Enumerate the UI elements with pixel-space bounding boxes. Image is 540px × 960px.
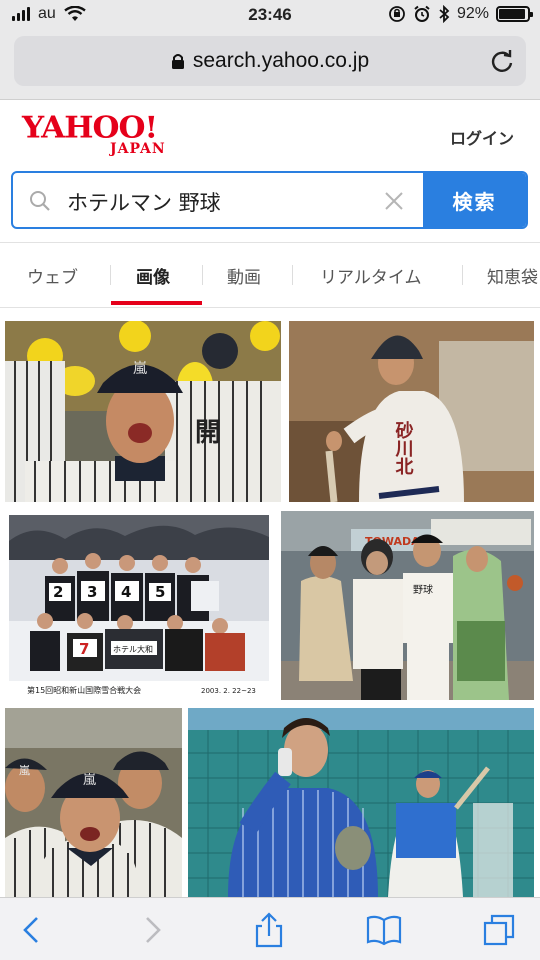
url-bar[interactable]: search.yahoo.co.jp <box>14 36 526 86</box>
bookmarks-icon[interactable] <box>366 912 402 948</box>
svg-text:嵐: 嵐 <box>19 764 30 777</box>
forward-icon[interactable] <box>134 912 170 948</box>
team-banner: ホテル大和 <box>113 644 153 654</box>
logo-main: YAHOO! <box>22 110 158 146</box>
shirt-text: 野球 <box>413 583 433 596</box>
browser-toolbar <box>0 897 540 960</box>
bib-7: 7 <box>79 640 89 658</box>
tab-video[interactable]: 動画 <box>227 243 261 307</box>
image-results: 開 嵐 砂川北 3 4 5 2 7 ホテル大和 第15回昭和新山国際雪合戦大会 … <box>0 308 540 897</box>
battery-icon <box>496 6 533 22</box>
photo-caption: 第15回昭和新山国際雪合戦大会 <box>27 685 141 695</box>
battery-percent: 92% <box>456 5 489 22</box>
image-result-team-snow-photo[interactable]: 3 4 5 2 7 ホテル大和 第15回昭和新山国際雪合戦大会 2003. 2.… <box>5 511 273 700</box>
cap-emblem: 嵐 <box>83 773 96 788</box>
bluetooth-icon <box>439 5 450 23</box>
search-tabs: ウェブ 画像 動画 リアルタイム 知恵袋 <box>0 242 540 308</box>
tab-realtime[interactable]: リアルタイム <box>320 243 422 307</box>
browser-url-area: search.yahoo.co.jp <box>0 30 540 100</box>
lock-icon <box>171 54 184 69</box>
tab-chiebukuro[interactable]: 知恵袋 <box>487 243 538 307</box>
search-query: ホテルマン 野球 <box>67 191 221 215</box>
svg-text:嵐: 嵐 <box>133 361 147 377</box>
search-input[interactable]: ホテルマン 野球 <box>13 173 425 227</box>
status-right: 92% <box>388 5 533 23</box>
bib-3: 3 <box>87 583 97 601</box>
tab-images[interactable]: 画像 <box>136 243 170 307</box>
tab-web[interactable]: ウェブ <box>27 243 78 307</box>
reload-icon[interactable] <box>488 47 516 75</box>
url-domain: search.yahoo.co.jp <box>192 49 370 72</box>
bib-4: 4 <box>121 583 131 601</box>
yahoo-logo[interactable]: YAHOO! JAPAN <box>22 113 166 157</box>
clear-icon[interactable] <box>383 190 405 212</box>
photo-date: 2003. 2. 22~23 <box>201 687 256 695</box>
tabs-icon[interactable] <box>482 912 518 948</box>
login-link[interactable]: ログイン <box>450 125 514 149</box>
status-bar: au 23:46 92% <box>0 0 540 30</box>
jersey-text: 砂川北 <box>393 420 415 475</box>
alarm-icon <box>414 5 430 22</box>
image-result-man-phone-practice[interactable] <box>188 708 534 897</box>
jersey-text: 開 <box>195 418 221 448</box>
image-result-station-group[interactable]: TOWADA 野球 <box>281 511 534 700</box>
back-icon[interactable] <box>14 912 50 948</box>
bib-5: 5 <box>155 583 165 601</box>
image-result-batter-portrait[interactable]: 砂川北 <box>289 321 534 502</box>
orientation-lock-icon <box>389 6 405 22</box>
image-result-players-close[interactable]: 嵐 嵐 <box>5 708 182 897</box>
bib-2: 2 <box>53 583 63 601</box>
site-header: YAHOO! JAPAN ログイン <box>0 101 540 163</box>
search-button[interactable]: 検索 <box>423 173 526 227</box>
image-result-cheering-player[interactable]: 開 嵐 <box>5 321 281 502</box>
search-form: ホテルマン 野球 検索 <box>11 171 528 229</box>
search-icon <box>30 191 50 211</box>
active-tab-indicator <box>111 301 202 305</box>
share-icon[interactable] <box>251 912 287 948</box>
